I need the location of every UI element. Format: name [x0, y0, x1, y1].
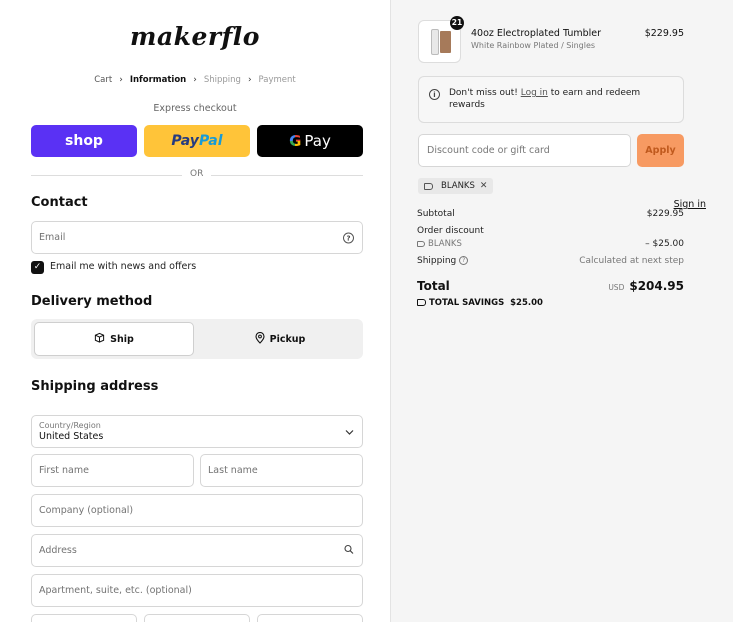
paypal-button[interactable]: Pay Pal	[144, 125, 250, 157]
apartment-placeholder: Apartment, suite, etc. (optional)	[39, 585, 192, 596]
help-circle-icon[interactable]: ?	[459, 256, 469, 265]
google-pay-button[interactable]: G Pay	[257, 125, 363, 157]
search-icon	[344, 544, 354, 557]
city-field[interactable]	[31, 614, 137, 622]
product-name: 40oz Electroplated Tumbler	[471, 28, 602, 39]
tag-icon	[417, 240, 425, 247]
rewards-notice: i Don't miss out! Log in to earn and red…	[418, 76, 684, 123]
newsletter-label: Email me with news and offers	[50, 261, 197, 272]
remove-discount-icon[interactable]: ✕	[480, 181, 488, 191]
breadcrumb-information: Information	[129, 75, 187, 85]
company-placeholder: Company (optional)	[39, 505, 134, 516]
total-label: Total	[417, 279, 450, 293]
zip-field[interactable]	[257, 614, 363, 622]
apartment-field[interactable]: Apartment, suite, etc. (optional)	[31, 574, 363, 607]
email-field[interactable]: Email ?	[31, 221, 363, 254]
info-icon: i	[429, 89, 440, 100]
breadcrumb-cart[interactable]: Cart	[94, 75, 112, 85]
chevron-right-icon: ›	[119, 75, 123, 85]
product-price: $229.95	[644, 28, 684, 39]
tumbler-box-image	[440, 31, 451, 53]
discount-placeholder: Discount code or gift card	[427, 145, 550, 156]
shipping-label: Shipping	[417, 256, 457, 266]
total-savings-value: $25.00	[510, 298, 543, 308]
order-discount-row: Order discount	[417, 226, 684, 236]
breadcrumb-payment: Payment	[258, 75, 296, 85]
total-savings-label: TOTAL SAVINGS	[429, 298, 505, 308]
rewards-notice-prefix: Don't miss out!	[449, 88, 521, 98]
tag-icon	[417, 299, 426, 306]
total-savings: TOTAL SAVINGS $25.00	[417, 298, 543, 308]
discount-code-input[interactable]: Discount code or gift card	[418, 134, 631, 167]
breadcrumb: Cart › Information › Shipping › Payment	[0, 75, 390, 85]
shop-pay-button[interactable]: shop	[31, 125, 137, 157]
product-variant: White Rainbow Plated / Singles	[471, 41, 596, 50]
google-g-icon: G	[289, 132, 302, 150]
or-divider-label: OR	[182, 169, 212, 179]
paypal-label-pal: Pal	[198, 133, 223, 149]
chevron-down-icon	[345, 425, 354, 438]
discount-code-label: BLANKS	[428, 239, 462, 249]
total-value: $204.95	[629, 279, 684, 293]
box-icon	[94, 332, 105, 346]
address-placeholder: Address	[39, 545, 77, 556]
discount-code-row: BLANKS – $25.00	[417, 239, 684, 249]
map-pin-icon	[255, 331, 265, 347]
tag-icon	[424, 182, 433, 190]
paypal-label-pay: Pay	[171, 133, 199, 149]
first-name-field[interactable]: First name	[31, 454, 194, 487]
chevron-right-icon: ›	[193, 75, 197, 85]
pickup-option-label: Pickup	[269, 333, 306, 345]
company-field[interactable]: Company (optional)	[31, 494, 363, 527]
shipping-row: Shipping? Calculated at next step	[417, 256, 684, 266]
country-select[interactable]: Country/Region United States	[31, 415, 363, 448]
subtotal-label: Subtotal	[417, 209, 455, 219]
rewards-notice-text: Don't miss out! Log in to earn and redee…	[449, 87, 674, 111]
checkout-main	[0, 0, 390, 622]
address-field[interactable]: Address	[31, 534, 363, 567]
brand-logo[interactable]: makerflo	[0, 22, 390, 51]
email-placeholder: Email	[39, 232, 66, 243]
google-pay-label: Pay	[304, 132, 331, 150]
shipping-address-heading: Shipping address	[31, 379, 159, 394]
express-checkout-label: Express checkout	[153, 103, 237, 114]
tumbler-image	[431, 29, 439, 55]
ship-option-label: Ship	[110, 333, 134, 345]
state-field[interactable]	[144, 614, 250, 622]
shipping-value: Calculated at next step	[579, 256, 684, 266]
country-label: Country/Region	[39, 421, 101, 430]
shop-pay-label: shop	[65, 133, 103, 149]
order-discount-label: Order discount	[417, 226, 484, 236]
first-name-placeholder: First name	[39, 465, 89, 476]
quantity-badge: 21	[450, 16, 464, 30]
pickup-option[interactable]: Pickup	[200, 322, 360, 356]
ship-option[interactable]: Ship	[34, 322, 194, 356]
applied-discount-tag: BLANKS ✕	[418, 178, 494, 194]
newsletter-checkbox[interactable]: ✓	[31, 261, 44, 274]
delivery-method-heading: Delivery method	[31, 294, 153, 309]
subtotal-value: $229.95	[646, 209, 684, 219]
discount-value: – $25.00	[645, 239, 684, 249]
breadcrumb-shipping: Shipping	[203, 75, 241, 85]
help-circle-icon[interactable]: ?	[343, 232, 354, 243]
chevron-right-icon: ›	[247, 75, 252, 85]
delivery-method-toggle: Ship Pickup	[31, 319, 363, 359]
country-value: United States	[39, 431, 104, 442]
contact-heading: Contact	[31, 195, 88, 210]
last-name-field[interactable]: Last name	[200, 454, 363, 487]
subtotal-row: Subtotal $229.95	[417, 209, 684, 219]
currency-code: USD	[608, 283, 625, 292]
log-in-link[interactable]: Log in	[521, 88, 548, 98]
last-name-placeholder: Last name	[208, 465, 258, 476]
total-row: Total USD $204.95	[417, 279, 684, 293]
apply-discount-button[interactable]: Apply	[637, 134, 684, 167]
applied-discount-code: BLANKS	[441, 181, 475, 191]
